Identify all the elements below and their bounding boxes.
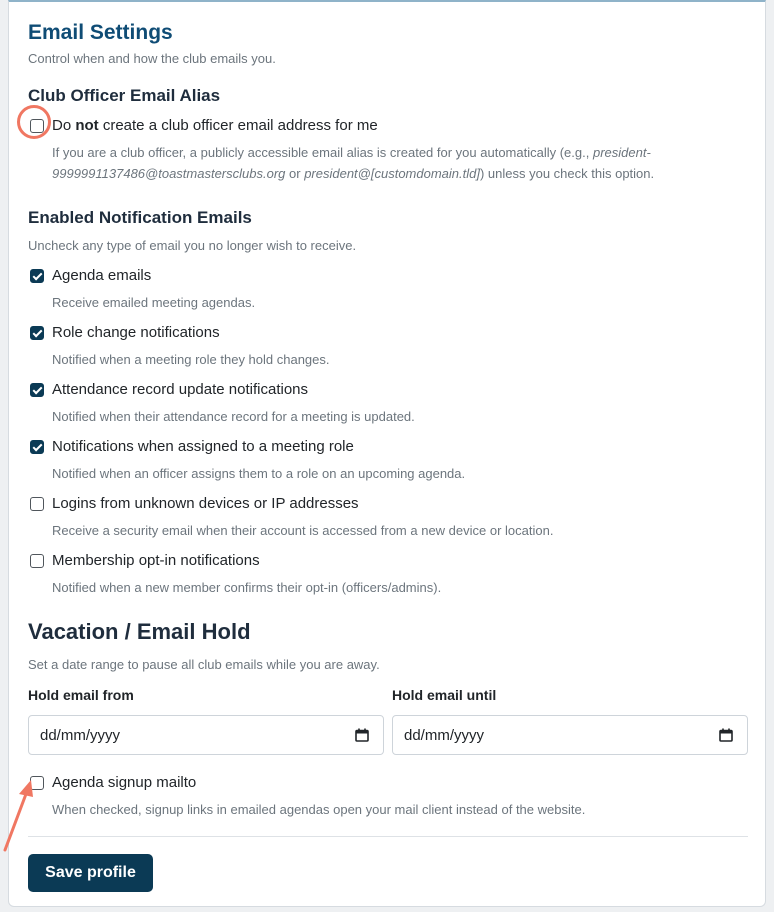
annotation-arrow-icon	[3, 780, 33, 852]
